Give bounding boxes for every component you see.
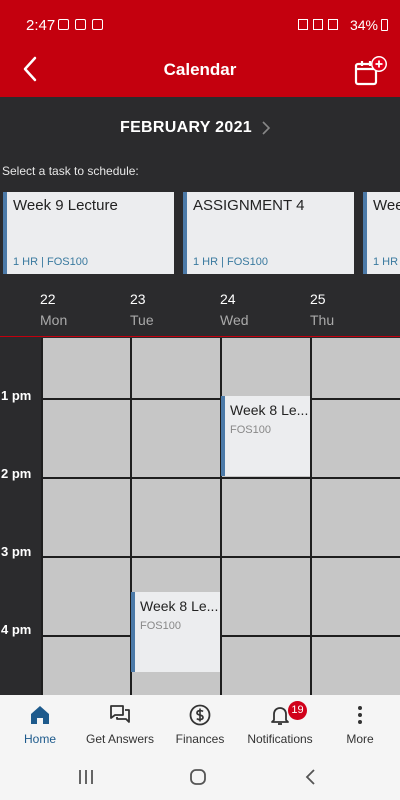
schedule-prompt: Select a task to schedule: [2,164,139,178]
wifi-icon [313,19,323,30]
day-header: 22 Mon [40,291,67,328]
image-icon [58,19,69,30]
month-label: FEBRUARY 2021 [120,119,252,136]
time-label: 3 pm [1,544,32,559]
day-header: 25 Thu [310,291,334,328]
event-title: Week 8 Le... [230,402,309,418]
month-selector: FEBRUARY 2021 [0,97,400,159]
nav-get-answers[interactable]: Get Answers [80,703,160,746]
event-course: FOS100 [230,424,271,436]
time-label: 4 pm [1,622,32,637]
day-header: 24 Wed [220,291,249,328]
time-label: 1 pm [1,388,32,403]
status-time: 2:47 [26,17,56,34]
day-of-week: Wed [220,312,249,328]
nav-notifications[interactable]: 19 Notifications [240,701,320,746]
calendar-event[interactable]: Week 8 Le... FOS100 [131,592,220,672]
task-title: Wee [373,197,400,214]
nav-label: More [346,732,374,746]
day-header: 23 Tue [130,291,154,328]
battery-icon [381,19,388,31]
task-meta: 1 HR | FOS100 [193,256,268,268]
nav-finances[interactable]: Finances [160,703,240,746]
day-of-week: Tue [130,312,154,328]
app-icon [75,19,86,30]
system-nav-bar [0,755,400,800]
signal-icon [328,19,338,30]
signal-icons [298,19,338,30]
task-meta: 1 HR | FOS100 [13,256,88,268]
back-button-icon[interactable] [303,768,317,786]
home-icon [31,706,49,724]
notification-badge: 19 [288,701,307,720]
grid-line [41,556,400,558]
bottom-nav: Home Get Answers Finances 19 Notificatio… [0,695,400,755]
nav-more[interactable]: More [320,703,400,746]
dollar-icon [189,704,211,726]
time-label: 2 pm [1,466,32,481]
notification-icons [58,19,103,30]
battery: 34% [350,17,388,33]
nav-label: Finances [175,732,225,746]
task-card[interactable]: Wee 1 HR [363,192,400,274]
grid-line [310,338,312,695]
task-title: ASSIGNMENT 4 [193,197,305,214]
app-header: Calendar [0,42,400,97]
page-title: Calendar [163,60,237,79]
day-number: 24 [220,291,236,307]
status-bar: 2:47 34% [0,0,400,42]
time-column: 1 pm 2 pm 3 pm 4 pm [0,338,41,695]
day-number: 23 [130,291,146,307]
day-of-week: Thu [310,312,335,328]
home-button-icon[interactable] [189,768,207,786]
add-calendar-icon[interactable] [354,56,394,88]
grid-line [41,338,43,695]
nav-label: Get Answers [85,732,155,746]
nav-label: Notifications [247,732,313,746]
task-title: Week 9 Lecture [13,197,118,214]
grid-line [41,635,400,637]
chat-icon [110,705,130,723]
calendar-event[interactable]: Week 8 Le... FOS100 [221,396,310,476]
day-number: 22 [40,291,56,307]
task-card[interactable]: Week 9 Lecture 1 HR | FOS100 [3,192,174,274]
battery-level: 34% [349,17,378,33]
x-icon [92,19,103,30]
day-of-week: Mon [40,312,68,328]
day-header-row: 22 Mon 23 Tue 24 Wed 25 Thu [0,274,400,337]
day-number: 25 [310,291,326,307]
task-card[interactable]: ASSIGNMENT 4 1 HR | FOS100 [183,192,354,274]
grid-line [220,338,222,695]
event-title: Week 8 Le... [140,598,219,614]
next-month-icon[interactable] [260,119,272,137]
mute-icon [298,19,308,30]
calendar-grid[interactable]: Week 8 Le... FOS100 Week 8 Le... FOS100 [41,338,400,695]
task-meta: 1 HR [373,256,399,268]
event-course: FOS100 [140,620,181,632]
nav-label: Home [23,732,56,746]
grid-line [41,477,400,479]
more-icon [358,706,362,724]
recents-icon[interactable] [78,769,94,785]
task-list: Week 9 Lecture 1 HR | FOS100 ASSIGNMENT … [0,192,400,274]
nav-home[interactable]: Home [0,703,80,746]
